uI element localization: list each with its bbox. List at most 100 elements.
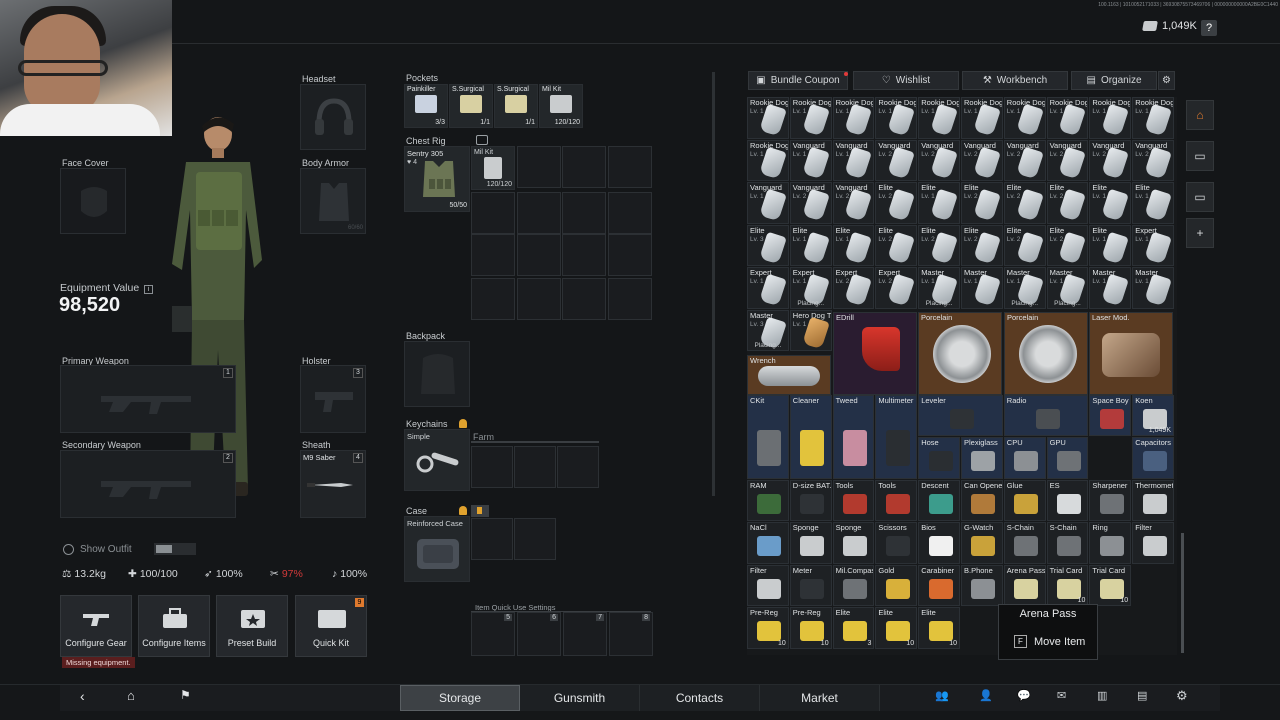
storage-item[interactable]: Gold [875,564,918,606]
dog-tag-item[interactable]: Elite Lv. 2 [1046,224,1089,266]
flag-icon[interactable]: ⚑ [180,688,191,702]
dog-tag-item[interactable]: Elite Lv. 2 [1046,182,1089,224]
dog-tag-item[interactable]: Vanguard Lv. 1 [789,139,832,181]
storage-item[interactable]: Ring [1089,522,1132,564]
dog-tag-item[interactable]: Expert Lv. 1 [1132,224,1174,266]
pocket-slot[interactable]: S.Surgical 1/1 [449,84,493,128]
dog-tag-item[interactable]: Rookie Dog TagLv. 1 [832,97,875,139]
dog-tag-item[interactable]: Rookie Dog TagLv. 1 [1046,97,1089,139]
storage-item[interactable]: RAM [747,479,789,521]
dog-tag-item[interactable]: Master Lv. 1 [1089,267,1132,309]
quick-use-slot[interactable]: 7 [563,612,607,656]
storage-item[interactable]: Sponge [832,522,875,564]
storage-item[interactable]: Pre-Reg 10 [789,607,832,649]
storage-item[interactable]: S-Chain [1046,522,1089,564]
storage-item[interactable]: Pre-Reg 10 [747,607,789,649]
storage-item[interactable]: Space Boy [1089,394,1132,436]
dog-tag-item[interactable]: Vanguard Lv. 2 [1003,139,1046,181]
dog-tag-item[interactable]: Expert Lv. 1 Placing... [789,267,832,309]
dog-tag-item[interactable]: Vanguard Lv. 1 [747,182,789,224]
tab-market[interactable]: Market [760,685,880,711]
home-icon[interactable]: ⌂ [127,688,135,703]
storage-item[interactable]: CPU [1003,437,1046,479]
chest-rig-cell[interactable] [517,278,561,320]
storage-item[interactable]: Elite 10 [875,607,918,649]
storage-item[interactable]: Capacitors [1132,437,1174,479]
dog-tag-item[interactable]: Master Lv. 1 Placing... [918,267,960,309]
help-button[interactable]: ? [1201,20,1217,36]
dog-tag-item[interactable]: Elite Lv. 2 [961,182,1003,224]
secondary-weapon-slot[interactable]: 2 [60,450,236,518]
backpack-slot[interactable] [404,341,470,407]
currency-display[interactable]: 1,049K [1142,20,1197,32]
storage-item[interactable]: S-Chain [1003,522,1046,564]
chest-rig-cell[interactable] [517,146,561,188]
move-item-action[interactable]: F Move Item [1014,635,1085,648]
dog-tag-item[interactable]: Elite Lv. 1 [832,224,875,266]
storage-item[interactable]: Porcelain [1004,312,1088,395]
storage-item[interactable]: Laser Mod. [1089,312,1173,395]
keychain-cell[interactable] [514,446,556,488]
dog-tag-item[interactable]: Rookie Dog TagLv. 1 [1089,97,1132,139]
storage-item[interactable]: Can Opener [961,479,1003,521]
pocket-slot[interactable]: Painkiller 3/3 [404,84,448,128]
storage-item[interactable]: Glue [1003,479,1046,521]
squad-icon[interactable]: 👥 [935,689,949,702]
tab-gunsmith[interactable]: Gunsmith [520,685,640,711]
info-icon[interactable]: i [144,285,154,294]
dog-tag-item[interactable]: Elite Lv. 1 [1089,224,1132,266]
storage-item[interactable]: Koen 1,049K [1132,394,1174,436]
show-outfit-toggle[interactable]: Show Outfit [63,543,196,555]
loadout-scrollbar[interactable] [712,72,715,496]
side-container-button[interactable]: ▭ [1186,141,1214,171]
chest-rig-cell[interactable] [608,146,652,188]
pocket-slot[interactable]: S.Surgical 1/1 [494,84,538,128]
storage-item[interactable]: Tools [875,479,918,521]
case-tab[interactable] [471,505,489,517]
dog-tag-item[interactable]: Rookie Dog TagLv. 1 [1132,97,1174,139]
chest-rig-cell[interactable] [562,278,606,320]
storage-item[interactable]: CKit [747,394,789,479]
dog-tag-item[interactable]: Elite Lv. 2 [1003,224,1046,266]
case-slot[interactable]: Reinforced Case [404,516,470,582]
chest-rig-cell[interactable] [562,192,606,234]
mail-icon[interactable]: ✉ [1057,689,1066,702]
configure-gear-button[interactable]: Configure Gear [60,595,132,657]
storage-item[interactable]: D-size BAT. [789,479,832,521]
dog-tag-item[interactable]: Vanguard Lv. 2 [789,182,832,224]
dog-tag-item[interactable]: Vanguard Lv. 2 [1046,139,1089,181]
storage-item[interactable]: Descent [918,479,960,521]
storage-item[interactable]: Porcelain [918,312,1002,395]
quick-use-slot[interactable]: 6 [517,612,561,656]
chest-rig-cell[interactable] [608,234,652,276]
storage-item[interactable]: Thermometer [1132,479,1174,521]
dog-tag-item[interactable]: Rookie Dog TagLv. 1 [961,97,1003,139]
dog-tag-item[interactable]: Elite Lv. 2 [875,182,918,224]
dog-tag-item[interactable]: Master Lv. 1 [1132,267,1174,309]
dog-tag-item[interactable]: Elite Lv. 2 [1003,182,1046,224]
toggle-switch[interactable] [153,543,196,555]
storage-item[interactable]: Tweed [832,394,875,479]
storage-item[interactable]: Arena Pass [1003,564,1046,606]
chest-rig-cell[interactable] [517,234,561,276]
settings-gear-icon[interactable]: ⚙ [1176,688,1188,704]
chest-rig-slot[interactable]: Sentry 305 ♥ 4 50/50 [404,146,470,212]
rig-slot-mil-kit[interactable]: Mil Kit 120/120 [471,146,515,190]
storage-item[interactable]: Radio [1003,394,1089,436]
storage-item[interactable]: Sponge [789,522,832,564]
dog-tag-item[interactable]: Elite Lv. 3 [747,224,789,266]
quick-use-slot[interactable]: 8 [609,612,653,656]
storage-item[interactable]: Elite 10 [918,607,960,649]
dog-tag-item[interactable]: Master Lv. 1 Placing... [1003,267,1046,309]
profile-icon[interactable]: 👤 [979,689,993,702]
dog-tag-item[interactable]: Rookie Dog TagLv. 1 [1003,97,1046,139]
dog-tag-item[interactable]: Elite Lv. 2 [918,224,960,266]
storage-item[interactable]: Sharpener [1089,479,1132,521]
chat-icon[interactable]: 💬 [1017,689,1031,702]
chest-rig-cell[interactable] [608,192,652,234]
side-add-button[interactable]: + [1186,218,1214,248]
side-container-button-2[interactable]: ▭ [1186,182,1214,212]
case-cell[interactable] [514,518,556,560]
wishlist-button[interactable]: ♡ Wishlist [853,71,959,90]
primary-weapon-slot[interactable]: 1 [60,365,236,433]
